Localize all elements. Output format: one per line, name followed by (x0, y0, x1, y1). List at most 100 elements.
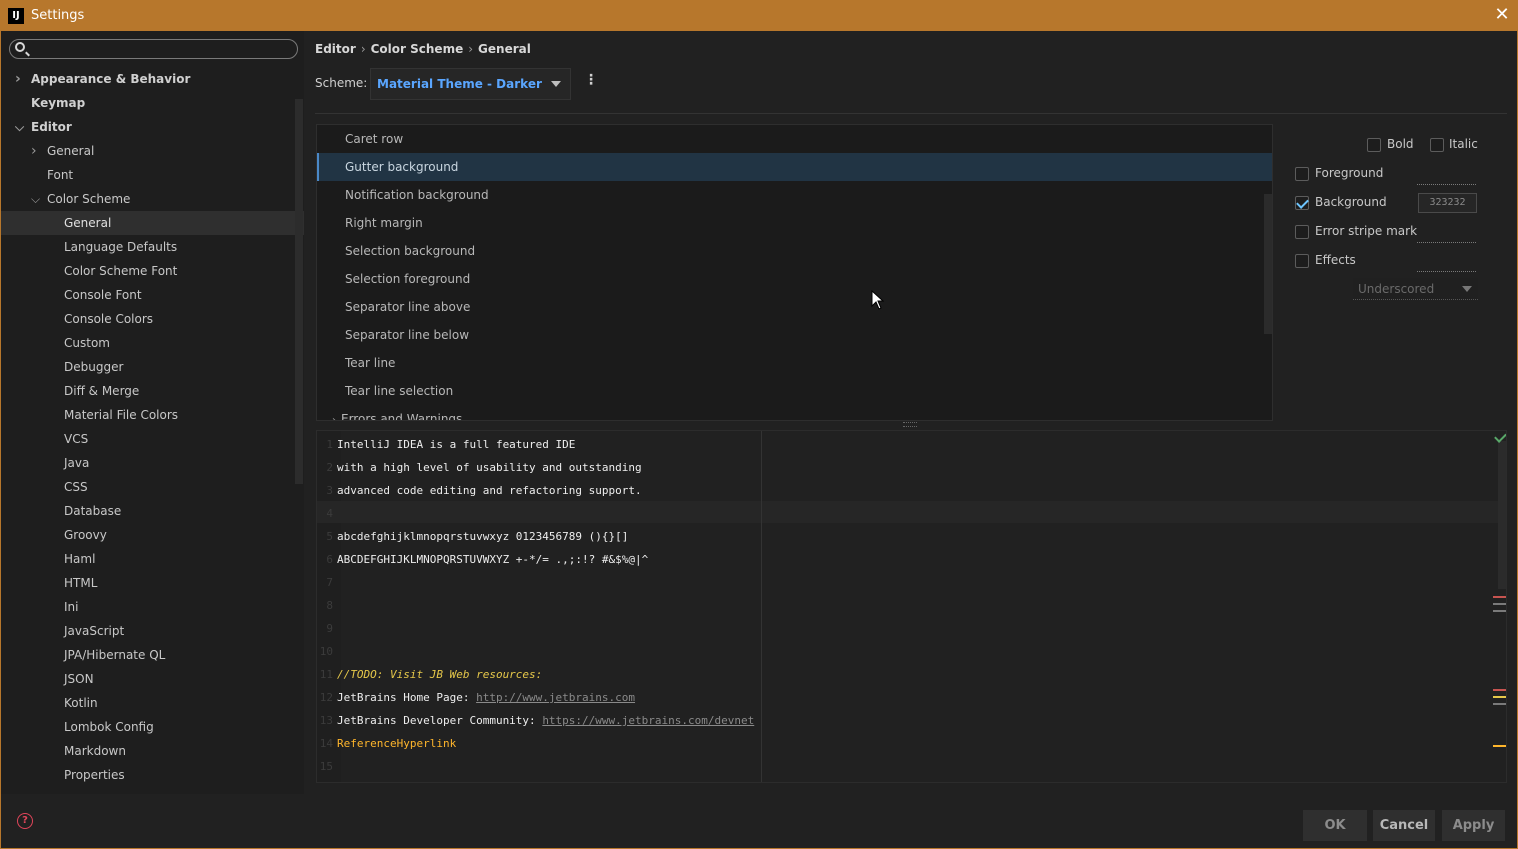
code-text: JetBrains Home Page: (337, 691, 477, 704)
code-line: 1 IntelliJ IDEA is a full featured IDE (317, 433, 575, 456)
bold-checkbox[interactable] (1367, 138, 1381, 152)
sidebar-item-label: Properties (64, 768, 125, 782)
todo-stripe-mark[interactable] (1493, 696, 1506, 698)
sidebar-item-editor[interactable]: ⌵ Editor (1, 115, 293, 139)
line-number: 10 (319, 645, 333, 658)
sidebar-item-keymap[interactable]: Keymap (1, 91, 293, 115)
error-stripe-mark[interactable] (1493, 689, 1506, 691)
sidebar-scrollbar[interactable] (295, 99, 303, 484)
element-item[interactable]: Caret row (317, 125, 1272, 153)
splitter-handle[interactable] (903, 422, 917, 427)
element-label: Errors and Warnings (341, 412, 463, 421)
stripe-mark[interactable] (1493, 703, 1506, 705)
sidebar-item-lombok-config[interactable]: Lombok Config (1, 715, 293, 739)
chevron-right-icon[interactable]: › (15, 67, 25, 91)
element-item[interactable]: Separator line above (317, 293, 1272, 321)
close-icon[interactable]: ✕ (1492, 5, 1512, 25)
code-line: 13 JetBrains Developer Community: https:/… (317, 709, 754, 732)
sidebar-item-appearance-behavior[interactable]: › Appearance & Behavior (1, 67, 293, 91)
code-hyperlink[interactable]: https://www.jetbrains.com/devnet (542, 714, 754, 727)
error-stripe-color-swatch[interactable] (1417, 225, 1476, 243)
preview-editor[interactable]: 1 IntelliJ IDEA is a full featured IDE 2 wi… (316, 430, 1507, 783)
sidebar-item-groovy[interactable]: Groovy (1, 523, 293, 547)
scheme-label: Scheme: (315, 76, 368, 90)
sidebar-item-json[interactable]: JSON (1, 667, 293, 691)
error-stripe-mark[interactable] (1493, 596, 1506, 598)
sidebar-item-color-scheme[interactable]: ⌵ Color Scheme (1, 187, 293, 211)
element-group[interactable]: › Errors and Warnings (317, 405, 1272, 421)
sidebar-item-jpa-hibernate-ql[interactable]: JPA/Hibernate QL (1, 643, 293, 667)
cancel-button[interactable]: Cancel (1373, 810, 1435, 841)
effects-checkbox[interactable] (1295, 254, 1309, 268)
settings-tree: › Appearance & Behavior Keymap ⌵ Editor › Gene… (1, 67, 304, 787)
breadcrumb-item[interactable]: General (478, 42, 531, 56)
foreground-color-swatch[interactable] (1417, 167, 1476, 185)
line-number: 12 (319, 691, 333, 704)
sidebar-item-javascript[interactable]: JavaScript (1, 619, 293, 643)
chevron-right-icon[interactable]: › (31, 139, 41, 163)
element-item[interactable]: Notification background (317, 181, 1272, 209)
line-number: 3 (326, 484, 333, 497)
chevron-down-icon[interactable]: ⌵ (31, 187, 41, 211)
element-item[interactable]: Right margin (317, 209, 1272, 237)
effect-type-dropdown[interactable]: Underscored (1353, 278, 1478, 300)
code-line: 11 //TODO: Visit JB Web resources: (317, 663, 543, 686)
breadcrumb-item[interactable]: Editor (315, 42, 356, 56)
sidebar-item-vcs[interactable]: VCS (1, 427, 293, 451)
reference-stripe-mark[interactable] (1493, 745, 1506, 747)
element-item[interactable]: Selection background (317, 237, 1272, 265)
more-options-icon[interactable]: ⋮ (584, 73, 598, 87)
sidebar-item-database[interactable]: Database (1, 499, 293, 523)
sidebar-item-general[interactable]: General (1, 211, 304, 235)
code-line: 14 ReferenceHyperlink (317, 732, 456, 755)
foreground-checkbox[interactable] (1295, 167, 1309, 181)
sidebar-item-label: CSS (64, 480, 88, 494)
sidebar-item-label: Color Scheme (47, 192, 131, 206)
element-item[interactable]: Separator line below (317, 321, 1272, 349)
sidebar-item-custom[interactable]: Custom (1, 331, 293, 355)
sidebar-item-diff-merge[interactable]: Diff & Merge (1, 379, 293, 403)
sidebar-item-console-colors[interactable]: Console Colors (1, 307, 293, 331)
chevron-right-icon[interactable]: › (332, 415, 336, 420)
breadcrumb-item[interactable]: Color Scheme (371, 42, 464, 56)
sidebar-item-console-font[interactable]: Console Font (1, 283, 293, 307)
sidebar-item-general[interactable]: › General (1, 139, 293, 163)
element-item[interactable]: Gutter background (317, 153, 1272, 181)
sidebar-item-haml[interactable]: Haml (1, 547, 293, 571)
error-stripe-checkbox[interactable] (1295, 225, 1309, 239)
ok-button[interactable]: OK (1303, 810, 1367, 841)
sidebar-item-kotlin[interactable]: Kotlin (1, 691, 293, 715)
code-hyperlink[interactable]: http://www.jetbrains.com (476, 691, 635, 704)
sidebar-item-html[interactable]: HTML (1, 571, 293, 595)
intellij-logo-icon: IJ (8, 8, 24, 24)
sidebar-item-material-file-colors[interactable]: Material File Colors (1, 403, 293, 427)
effects-color-swatch[interactable] (1417, 254, 1476, 272)
chevron-down-icon[interactable]: ⌵ (15, 115, 25, 139)
stripe-mark[interactable] (1493, 603, 1506, 605)
sidebar-item-java[interactable]: Java (1, 451, 293, 475)
sidebar-item-properties[interactable]: Properties (1, 763, 293, 787)
sidebar-item-markdown[interactable]: Markdown (1, 739, 293, 763)
help-icon[interactable]: ? (17, 813, 33, 829)
apply-button[interactable]: Apply (1442, 810, 1505, 841)
editor-scrollbar[interactable] (1498, 441, 1506, 589)
code-text: //TODO: Visit JB Web resources: (337, 668, 543, 681)
sidebar-item-language-defaults[interactable]: Language Defaults (1, 235, 293, 259)
effect-type-value: Underscored (1358, 282, 1435, 296)
element-item[interactable]: Selection foreground (317, 265, 1272, 293)
element-item[interactable]: Tear line (317, 349, 1272, 377)
elements-scrollbar[interactable] (1264, 194, 1272, 334)
sidebar-item-font[interactable]: Font (1, 163, 293, 187)
stripe-mark[interactable] (1493, 610, 1506, 612)
sidebar-item-css[interactable]: CSS (1, 475, 293, 499)
background-color-swatch[interactable]: 323232 (1418, 193, 1477, 213)
code-line: 9 (317, 617, 337, 640)
element-item[interactable]: Tear line selection (317, 377, 1272, 405)
scheme-dropdown[interactable]: Material Theme - Darker (370, 68, 571, 100)
sidebar-item-color-scheme-font[interactable]: Color Scheme Font (1, 259, 293, 283)
italic-checkbox[interactable] (1430, 138, 1444, 152)
background-checkbox[interactable] (1295, 196, 1309, 210)
search-input[interactable] (9, 39, 298, 59)
sidebar-item-debugger[interactable]: Debugger (1, 355, 293, 379)
sidebar-item-ini[interactable]: Ini (1, 595, 293, 619)
